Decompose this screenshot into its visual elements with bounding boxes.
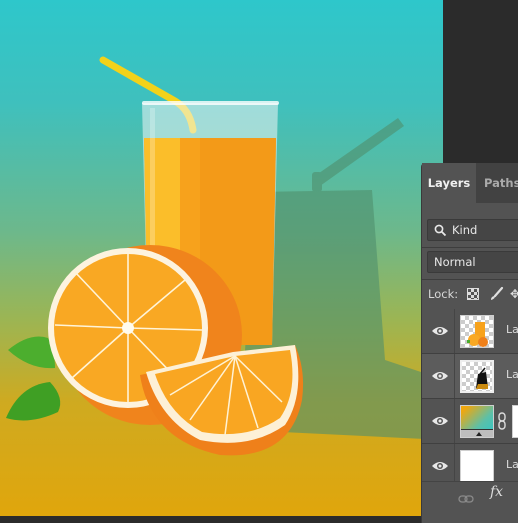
lock-transparent-pixels-icon[interactable] (467, 288, 479, 300)
layer-mask-thumbnail (512, 405, 518, 438)
layer-row[interactable]: La (422, 309, 518, 354)
lock-row: Lock: ✥ (428, 283, 518, 305)
layer-name: La (506, 323, 518, 336)
layer-thumbnail (460, 450, 494, 483)
blend-mode-label: Normal (434, 255, 476, 269)
eye-visibility-icon[interactable] (431, 412, 449, 430)
tab-layers[interactable]: Layers (422, 163, 476, 203)
lock-label: Lock: (428, 287, 459, 301)
filter-kind-select[interactable]: Kind ⌄ (427, 219, 518, 241)
artwork (6, 56, 443, 456)
layers-panel: Layers Paths Kind ⌄ Normal Lock: ✥ La (422, 163, 518, 523)
panel-tabs: Layers Paths (422, 163, 518, 203)
filter-kind-label: Kind (452, 223, 478, 237)
document-canvas[interactable] (0, 0, 443, 516)
search-icon (434, 223, 447, 243)
eye-visibility-icon[interactable] (431, 457, 449, 475)
tab-paths[interactable]: Paths (484, 163, 518, 203)
fx-icon[interactable]: fx (490, 484, 503, 500)
divider (422, 279, 518, 280)
divider (422, 247, 518, 248)
lock-position-icon[interactable]: ✥ (510, 283, 518, 305)
divider (454, 309, 455, 353)
panel-footer: fx (422, 481, 518, 510)
layer-thumbnail (460, 315, 494, 348)
eye-visibility-icon[interactable] (431, 367, 449, 385)
mask-link-icon[interactable] (498, 412, 506, 434)
layer-row-selected[interactable]: La (422, 354, 518, 399)
layer-thumbnail (460, 360, 494, 393)
lock-image-pixels-icon[interactable] (488, 286, 504, 309)
link-layers-icon[interactable] (458, 489, 474, 508)
eye-visibility-icon[interactable] (431, 322, 449, 340)
layer-name: La (506, 368, 518, 381)
layer-name: La (506, 458, 518, 471)
blend-mode-select[interactable]: Normal (427, 251, 518, 273)
divider (454, 399, 455, 443)
gradient-fill-thumbnail (460, 405, 494, 438)
layer-row[interactable] (422, 399, 518, 444)
divider (454, 354, 455, 398)
